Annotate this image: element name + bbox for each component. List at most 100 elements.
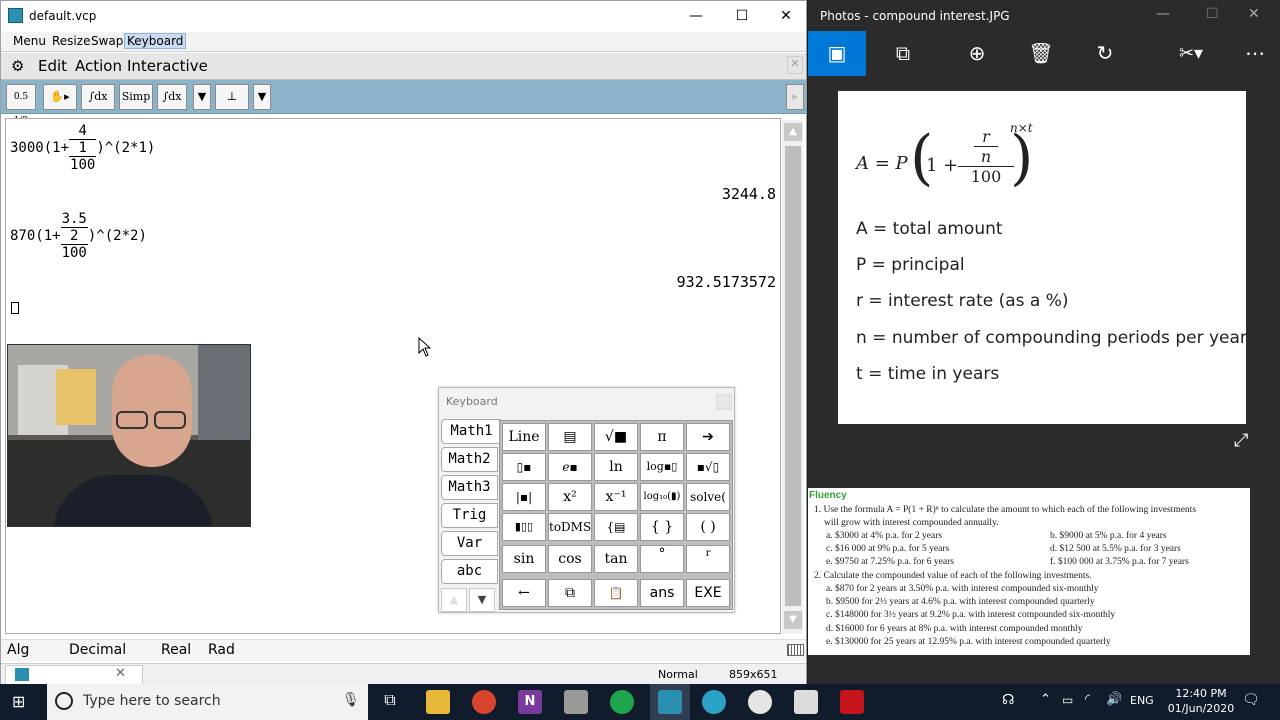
tab-math1[interactable]: Math1	[441, 419, 501, 444]
key-degree[interactable]: °	[640, 545, 684, 573]
input-cursor[interactable]	[11, 302, 19, 314]
menu-item-resize[interactable]: Resize	[52, 34, 90, 48]
key-square[interactable]: x²	[548, 483, 592, 511]
chrome-icon[interactable]	[748, 690, 772, 714]
menu-interactive[interactable]: Interactive	[127, 57, 208, 75]
start-windows-icon[interactable]: ⊞	[12, 692, 32, 712]
derivative-button[interactable]: ∫dx	[157, 84, 187, 110]
menu-item-swap[interactable]: Swap	[91, 34, 123, 48]
gear-icon[interactable]: ⚙	[11, 57, 24, 75]
key-nth-root[interactable]: ▪√▯	[686, 453, 730, 481]
key-power[interactable]: ▯▪	[502, 453, 546, 481]
acrobat-icon[interactable]	[840, 690, 864, 714]
key-inverse[interactable]: x⁻¹	[594, 483, 638, 511]
file-explorer-icon[interactable]	[426, 690, 450, 714]
taskbar-search-box[interactable]: Type here to search 🎙	[47, 684, 368, 720]
key-piecewise[interactable]: {▤	[594, 513, 638, 541]
chrome-icon[interactable]	[472, 690, 496, 714]
key-braces[interactable]: { }	[640, 513, 684, 541]
scroll-down-icon[interactable]: ▼	[784, 611, 802, 629]
toolbar-scroll-right-icon[interactable]: ▸	[786, 84, 804, 110]
menu-action[interactable]: Action	[75, 57, 122, 75]
key-sin[interactable]: sin	[502, 545, 546, 573]
key-log-base[interactable]: log▪▯	[640, 453, 684, 481]
task-view-icon[interactable]: ⧉	[378, 690, 402, 714]
tab-abc[interactable]: abc	[441, 559, 498, 584]
rotate-icon[interactable]: ↻	[1076, 31, 1134, 76]
key-fraction[interactable]: ▤	[548, 423, 592, 451]
delete-icon[interactable]: 🗑	[1012, 31, 1070, 76]
key-exp[interactable]: e▪	[548, 453, 592, 481]
graph-icon[interactable]: ⊥	[215, 84, 249, 110]
close-button[interactable]: ✕	[763, 1, 809, 32]
key-solve[interactable]: solve(	[686, 483, 730, 511]
key-pi[interactable]: π	[640, 423, 684, 451]
app-icon[interactable]	[610, 690, 634, 714]
minimize-button[interactable]: —	[673, 1, 719, 32]
status-mode[interactable]: Alg	[7, 642, 29, 658]
tab-math3[interactable]: Math3	[441, 475, 498, 500]
key-abs[interactable]: |▪|	[502, 483, 546, 511]
maximize-button[interactable]: ☐	[719, 1, 765, 32]
tab-scroll-up-icon[interactable]: ▲	[441, 588, 467, 612]
hand-tool-icon[interactable]: ✋▸	[43, 84, 77, 110]
wifi-icon[interactable]: ◜	[1085, 692, 1090, 707]
app-icon[interactable]	[702, 690, 726, 714]
status-domain[interactable]: Real	[161, 642, 191, 658]
more-options-icon[interactable]: ⋯	[1226, 31, 1280, 76]
key-cos[interactable]: cos	[548, 545, 592, 573]
menu-edit[interactable]: Edit	[38, 57, 67, 75]
key-exe[interactable]: EXE	[686, 579, 730, 607]
show-hidden-icons[interactable]: ⌃	[1040, 692, 1051, 707]
tab-math2[interactable]: Math2	[441, 447, 498, 472]
vertical-scrollbar[interactable]: ▲ ▼	[782, 120, 803, 634]
edit-create-icon[interactable]: ✂▾	[1162, 31, 1220, 76]
tab-trig[interactable]: Trig	[441, 503, 498, 528]
photos-icon[interactable]	[794, 690, 818, 714]
key-copy[interactable]: ⧉	[548, 579, 592, 607]
classpad-icon[interactable]	[658, 690, 682, 714]
see-all-photos-icon[interactable]: ▣	[808, 31, 866, 76]
key-sqrt[interactable]: √■	[594, 423, 638, 451]
app-icon[interactable]	[564, 690, 588, 714]
key-tan[interactable]: tan	[594, 545, 638, 573]
integral-button[interactable]: ∫dx	[81, 84, 115, 110]
notifications-icon[interactable]: 🗨	[1242, 692, 1260, 708]
menu-item-menu[interactable]: Menu	[13, 34, 46, 48]
scroll-up-icon[interactable]: ▲	[784, 123, 802, 141]
menu-item-keyboard[interactable]: Keyboard	[124, 33, 187, 49]
key-ans[interactable]: ans	[640, 579, 684, 607]
status-angle[interactable]: Rad	[208, 642, 235, 658]
people-icon[interactable]: ☊	[1002, 692, 1014, 708]
maximize-button[interactable]: ☐	[1206, 6, 1219, 22]
taskbar-clock[interactable]: 12:40 PM 01/Jun/2020	[1160, 686, 1242, 718]
slideshow-icon[interactable]: ⧉	[874, 31, 932, 76]
tab-var[interactable]: Var	[441, 531, 498, 556]
tab-scroll-down-icon[interactable]: ▼	[469, 588, 495, 612]
zoom-icon[interactable]: ⊕	[948, 31, 1006, 76]
key-line[interactable]: Line	[502, 423, 546, 451]
dropdown-arrow-icon[interactable]: ▼	[253, 84, 271, 110]
key-log10[interactable]: log₁₀(▮)	[640, 483, 684, 511]
key-ln[interactable]: ln	[594, 453, 638, 481]
key-store-arrow[interactable]: ➔	[686, 423, 730, 451]
microphone-icon[interactable]: 🎙	[342, 692, 360, 708]
status-format[interactable]: Decimal	[69, 642, 126, 658]
key-backspace[interactable]: ←	[502, 579, 546, 607]
cmdbar-close-icon[interactable]: ✕	[787, 56, 803, 74]
battery-icon[interactable]: ▭	[1062, 693, 1073, 707]
key-todms[interactable]: toDMS	[548, 513, 592, 541]
key-matrix[interactable]: ▮▯▯	[502, 513, 546, 541]
session-close-icon[interactable]: ✕	[115, 666, 126, 681]
scroll-thumb[interactable]	[785, 146, 801, 606]
input-expression-2[interactable]: 870(1+ 3.5 2 100 )^(2*2)	[10, 211, 147, 261]
minimize-button[interactable]: —	[1156, 6, 1170, 22]
key-radian[interactable]: r	[686, 545, 730, 573]
key-paste[interactable]: 📋	[594, 579, 638, 607]
onenote-icon[interactable]: N	[518, 690, 542, 714]
close-button[interactable]: ✕	[1248, 6, 1260, 22]
expand-icon[interactable]: ⤢	[1234, 430, 1248, 451]
keyboard-close-button[interactable]	[716, 394, 732, 410]
fraction-toggle-button[interactable]: 0.5 1/2	[6, 84, 36, 126]
volume-icon[interactable]: 🔊	[1106, 692, 1122, 707]
